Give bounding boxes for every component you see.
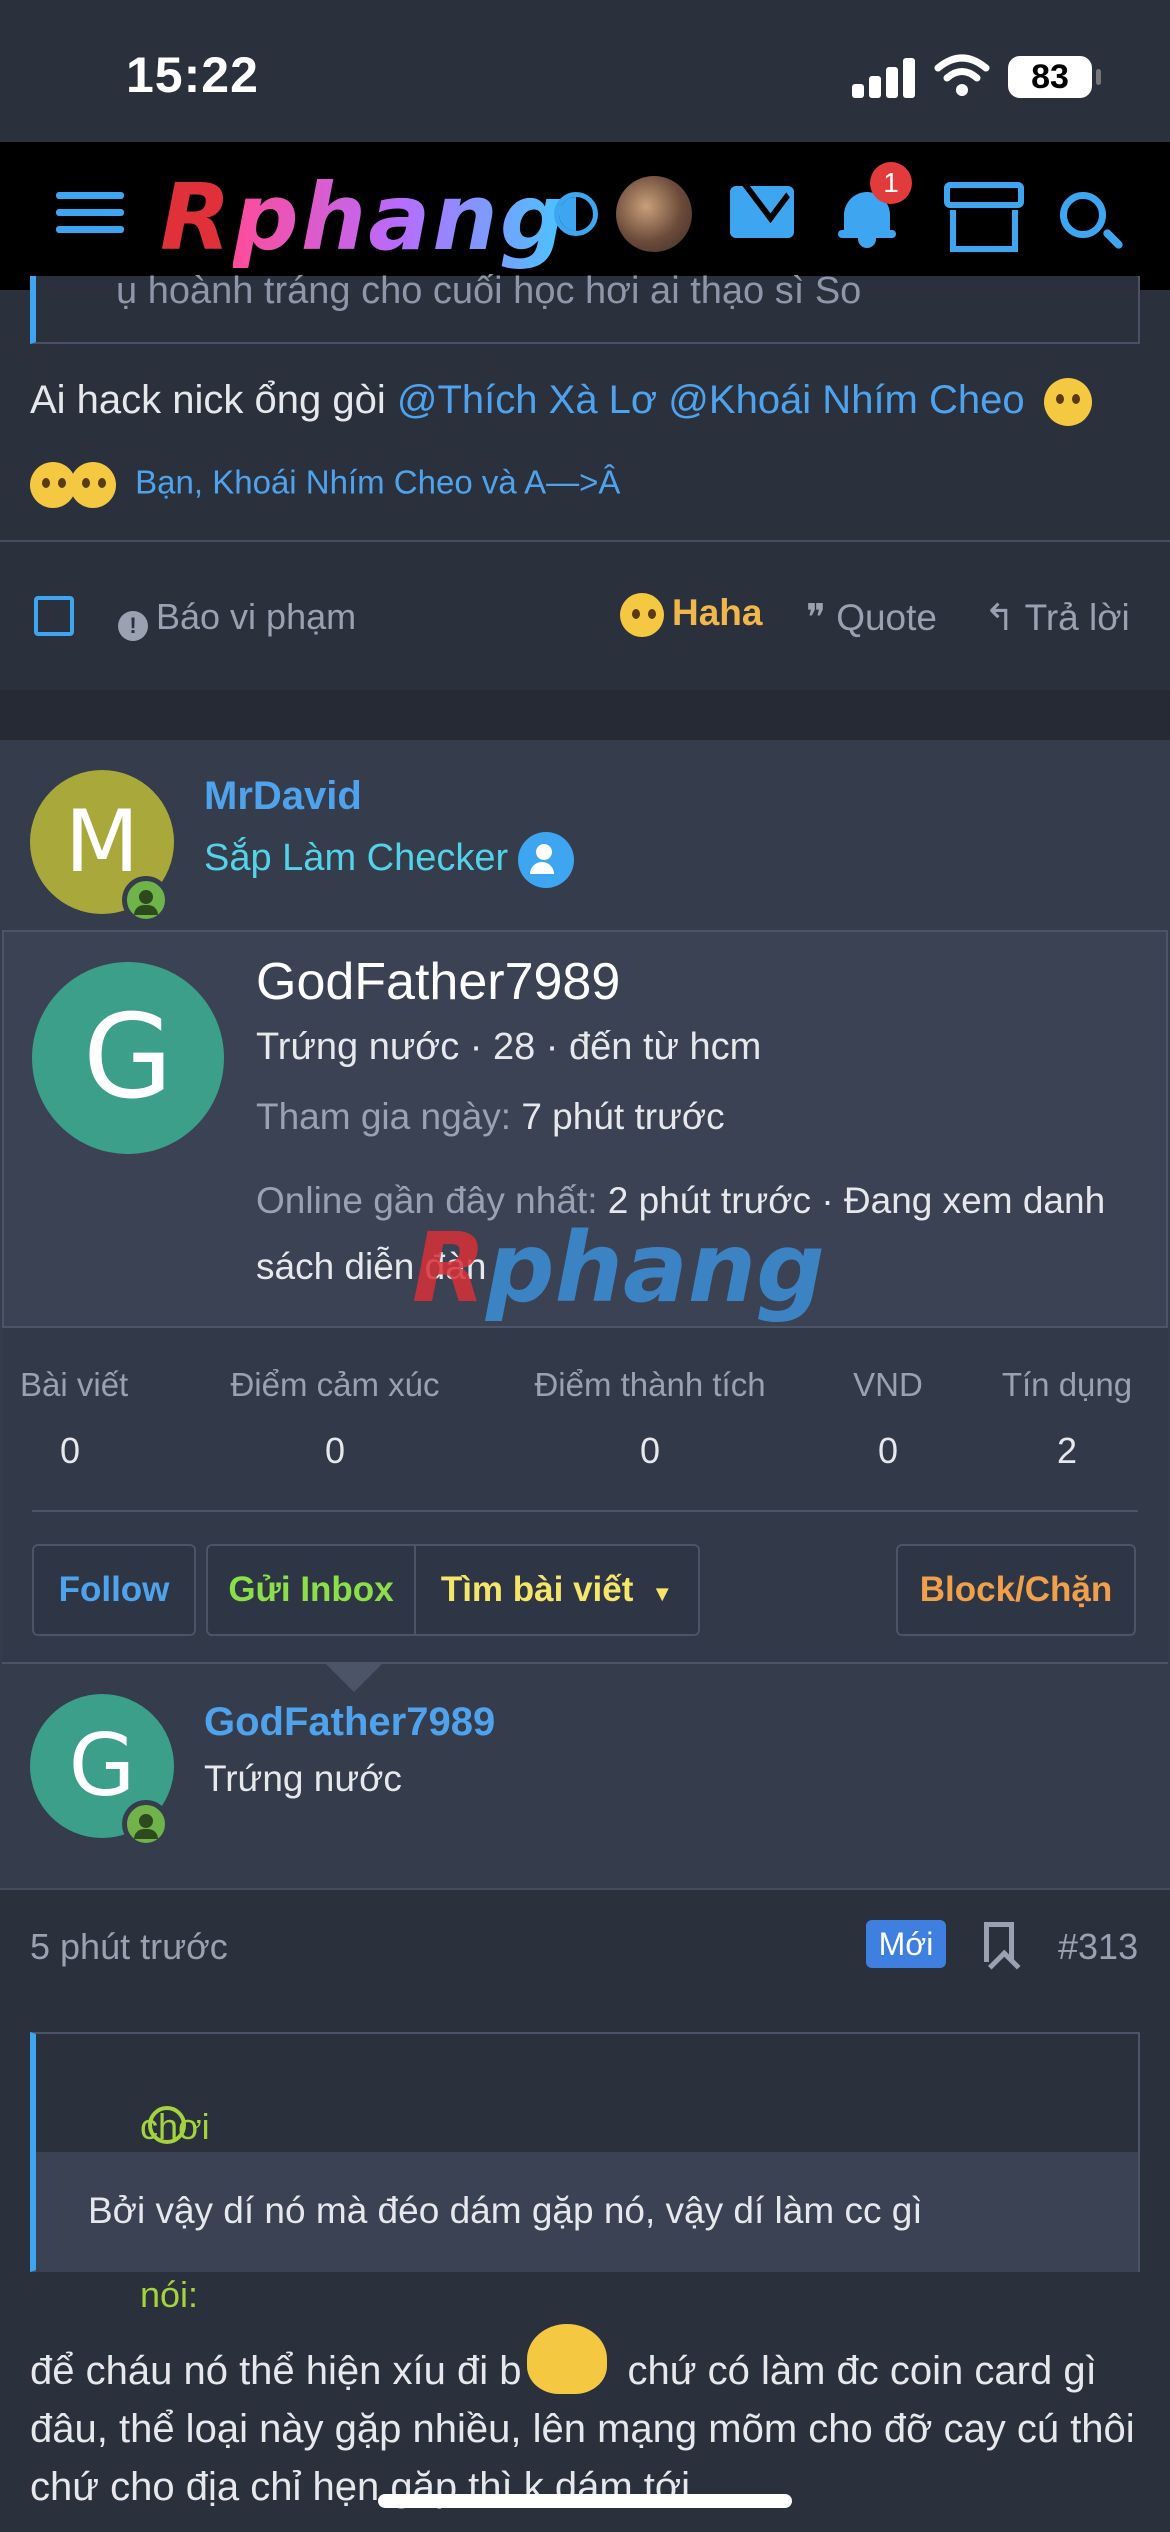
laughing-emoji-icon	[70, 462, 116, 508]
mail-icon[interactable]	[730, 186, 794, 238]
post-body: để cháu nó thể hiện xíu đi b chứ có làm đ…	[30, 2324, 1150, 2516]
quote-header[interactable]: chơi cho vui 2 nói:	[36, 2034, 1138, 2315]
author-rank: Trứng nước	[204, 1758, 402, 1799]
divider	[0, 540, 1170, 542]
top-navigation: Rphang 1	[0, 142, 1170, 290]
theme-toggle-icon[interactable]	[554, 192, 598, 236]
bookmark-icon[interactable]	[984, 1922, 1014, 1962]
arrow-up-circle-icon[interactable]	[148, 2106, 186, 2144]
watermark-logo: Rphang	[412, 1212, 825, 1324]
site-logo[interactable]: Rphang	[160, 164, 568, 271]
tooltip-arrow	[324, 1662, 384, 1692]
post-actions: ! Báo vi phạm Haha ❞ Quote ↰ Trả lời	[0, 566, 1170, 670]
follow-button[interactable]: Follow	[32, 1544, 196, 1636]
stat-achievements: Điểm thành tích 0	[534, 1366, 766, 1471]
send-inbox-button[interactable]: Gửi Inbox	[206, 1544, 416, 1636]
post-time[interactable]: 5 phút trước	[30, 1926, 228, 1968]
status-time: 15:22	[126, 47, 259, 103]
post-number[interactable]: #313	[1058, 1926, 1138, 1968]
select-checkbox[interactable]	[34, 596, 74, 636]
divider	[0, 1888, 1170, 1890]
online-status-icon	[122, 876, 170, 924]
post-separator	[0, 690, 1170, 740]
home-indicator[interactable]	[378, 2494, 792, 2508]
quote-content: Bởi vậy dí nó mà đéo dám gặp nó, vậy dí …	[36, 2152, 1138, 2272]
post-text: Ai hack nick ổng gòi @Thích Xà Lơ @Khoái…	[30, 378, 1092, 427]
stat-posts: Bài viết 0	[20, 1366, 129, 1471]
member-username[interactable]: GodFather7989	[256, 952, 620, 1012]
user-avatar[interactable]	[616, 176, 692, 252]
find-posts-button[interactable]: Tìm bài viết ▼	[414, 1544, 700, 1636]
block-button[interactable]: Block/Chặn	[896, 1544, 1136, 1636]
stat-vnd: VND 0	[853, 1366, 923, 1471]
report-button[interactable]: ! Báo vi phạm	[118, 596, 356, 641]
menu-icon[interactable]	[56, 192, 124, 240]
stat-credit: Tín dụng 2	[1001, 1366, 1133, 1471]
status-bar: 15:22 83	[0, 0, 1170, 142]
search-icon[interactable]	[1060, 192, 1106, 238]
new-badge: Mới	[866, 1920, 946, 1968]
signal-icon	[852, 58, 916, 98]
author-rank: Sắp Làm Checker	[204, 832, 575, 888]
member-avatar[interactable]: G	[32, 962, 224, 1154]
quote-block: chơi cho vui 2 nói: Bởi vậy dí nó mà đéo…	[30, 2032, 1140, 2315]
reply-icon: ↰	[984, 597, 1025, 638]
stat-reactions: Điểm cảm xúc 0	[230, 1366, 440, 1471]
quote-button[interactable]: ❞ Quote	[806, 596, 937, 639]
author-username[interactable]: GodFather7989	[204, 1700, 495, 1745]
laughing-emoji-icon	[620, 593, 664, 638]
alert-icon: !	[118, 611, 148, 641]
mention-link[interactable]: @Thích Xà Lơ	[397, 378, 657, 422]
reply-button[interactable]: ↰ Trả lời	[984, 596, 1130, 639]
reactions-summary[interactable]: Bạn, Khoái Nhím Cheo và A—>Â	[30, 462, 620, 512]
haha-reaction-button[interactable]: Haha	[620, 592, 762, 638]
chevron-down-icon: ▼	[651, 1581, 674, 1606]
store-icon[interactable]	[944, 182, 1024, 252]
online-status-icon	[122, 1800, 170, 1848]
mention-link[interactable]: @Khoái Nhím Cheo	[668, 378, 1024, 422]
member-joined: Tham gia ngày: 7 phút trước	[256, 1096, 725, 1137]
wifi-icon	[934, 54, 990, 98]
divider	[32, 1510, 1138, 1512]
quote-block-truncated: ụ hoành tráng cho cuối học hơi ai thạo s…	[30, 270, 1140, 344]
quote-icon: ❞	[806, 597, 837, 638]
battery-icon: 83	[1008, 56, 1101, 98]
author-username[interactable]: MrDavid	[204, 774, 362, 819]
verified-user-icon	[518, 832, 575, 888]
notification-badge: 1	[870, 162, 912, 204]
sticker-emoji-icon	[527, 2324, 608, 2394]
pleading-emoji-icon	[1043, 378, 1092, 427]
member-info: Trứng nước · 28 · đến từ hcm	[256, 1026, 762, 1068]
